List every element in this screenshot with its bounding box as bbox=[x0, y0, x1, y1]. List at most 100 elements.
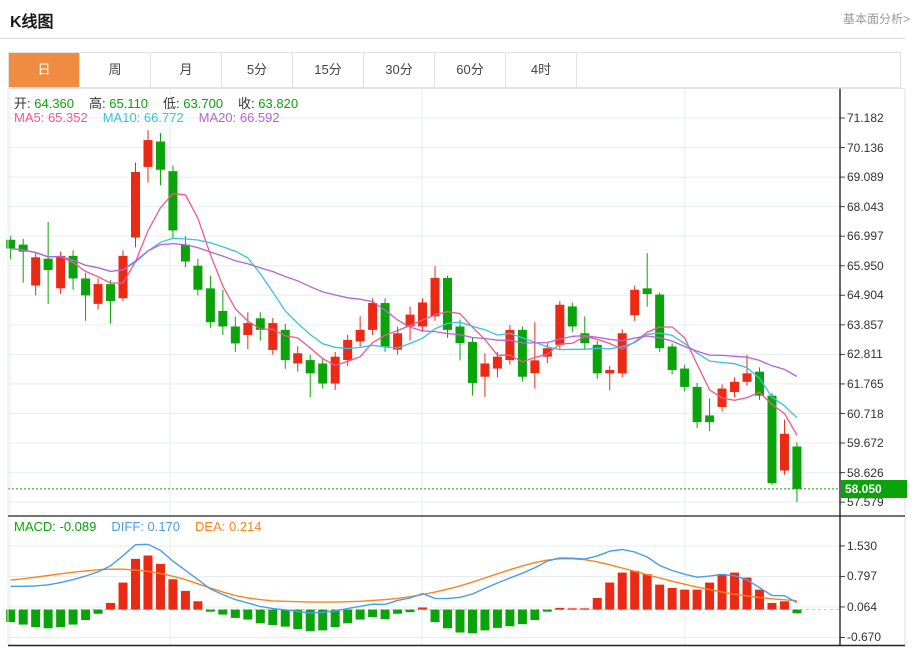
macd-histogram-bar bbox=[131, 558, 140, 610]
title-divider bbox=[0, 38, 905, 39]
diff-line bbox=[10, 543, 798, 614]
macd-histogram-bar bbox=[255, 609, 265, 624]
macd-histogram-bar bbox=[168, 579, 178, 610]
candle-down bbox=[106, 284, 116, 302]
tab-period-0[interactable]: 日 bbox=[9, 53, 80, 87]
fundamental-analysis-link[interactable]: 基本面分析> bbox=[843, 10, 910, 27]
macd-histogram-bar bbox=[592, 597, 602, 610]
candle-up bbox=[131, 171, 140, 238]
candle-down bbox=[180, 244, 190, 262]
ohlc-row-item: 低: 63.700 bbox=[163, 96, 224, 111]
macd-axis-label: 1.530 bbox=[847, 538, 878, 553]
ma5-line bbox=[10, 192, 798, 436]
macd-row-item: MACD: -0.089 bbox=[14, 519, 97, 534]
macd-histogram-bar bbox=[243, 609, 253, 620]
candle-up bbox=[31, 257, 41, 286]
macd-histogram-bar bbox=[330, 609, 340, 628]
candle-down bbox=[692, 386, 702, 423]
macd-histogram-bar bbox=[517, 609, 527, 625]
candle-down bbox=[642, 288, 652, 294]
ma-readout-row: MA5: 65.352 MA10: 66.772 MA20: 66.592 bbox=[14, 110, 295, 125]
ma-row-item: MA20: 66.592 bbox=[198, 110, 280, 125]
macd-histogram-bar bbox=[205, 609, 215, 612]
candle-up bbox=[630, 289, 640, 316]
candle-down bbox=[705, 415, 715, 423]
macd-histogram-bar bbox=[230, 609, 240, 618]
macd-histogram-bar bbox=[567, 608, 577, 610]
macd-histogram-bar bbox=[355, 609, 365, 620]
macd-histogram-bar bbox=[393, 609, 403, 614]
price-axis-label: 68.043 bbox=[847, 199, 884, 214]
candle-up bbox=[293, 353, 303, 364]
macd-histogram-bar bbox=[555, 607, 565, 610]
macd-histogram-bar bbox=[443, 609, 452, 629]
macd-histogram-bar bbox=[617, 572, 627, 610]
candle-up bbox=[330, 356, 340, 384]
price-axis-label: 66.997 bbox=[847, 229, 884, 244]
tab-period-6[interactable]: 60分 bbox=[435, 53, 506, 87]
macd-histogram-bar bbox=[779, 601, 789, 610]
kline-chart-area[interactable] bbox=[0, 88, 916, 650]
macd-histogram-bar bbox=[268, 609, 278, 625]
ohlc-row-item: 开: 64.360 bbox=[14, 96, 74, 111]
candle-down bbox=[767, 395, 777, 484]
tab-period-1[interactable]: 周 bbox=[80, 53, 151, 87]
macd-histogram-bar bbox=[81, 609, 91, 620]
period-tabbar: 日周月 5分 15分 30分 60分 4时 bbox=[8, 52, 901, 88]
tab-period-3[interactable]: 5分 bbox=[222, 53, 293, 87]
macd-histogram-bar bbox=[492, 609, 502, 628]
macd-axis-label: 0.797 bbox=[847, 569, 878, 584]
macd-histogram-bar bbox=[405, 609, 415, 613]
candle-down bbox=[655, 294, 665, 349]
macd-histogram-bar bbox=[542, 609, 552, 612]
macd-histogram-bar bbox=[93, 609, 103, 614]
macd-histogram-bar bbox=[630, 570, 640, 610]
macd-histogram-bar bbox=[680, 589, 690, 610]
tab-period-2[interactable]: 月 bbox=[151, 53, 222, 87]
tab-period-5[interactable]: 30分 bbox=[364, 53, 435, 87]
candle-up bbox=[605, 369, 615, 374]
price-axis-label: 62.811 bbox=[847, 347, 883, 362]
macd-histogram-bar bbox=[767, 602, 777, 610]
macd-histogram-bar bbox=[467, 609, 477, 634]
macd-histogram-bar bbox=[143, 555, 153, 610]
macd-histogram-bar bbox=[705, 582, 715, 610]
price-axis-label: 70.136 bbox=[847, 140, 884, 155]
candle-up bbox=[530, 360, 540, 374]
candle-up bbox=[480, 363, 490, 377]
macd-histogram-bar bbox=[642, 574, 652, 610]
candle-up bbox=[243, 323, 253, 335]
price-axis-label: 60.718 bbox=[847, 406, 884, 421]
macd-axis-label: 0.064 bbox=[847, 599, 878, 614]
candle-down bbox=[168, 171, 178, 231]
macd-histogram-bar bbox=[343, 609, 353, 624]
last-price-badge: 58.050 bbox=[841, 479, 907, 498]
candle-up bbox=[93, 284, 103, 304]
candle-down bbox=[792, 446, 802, 489]
macd-histogram-bar bbox=[380, 609, 390, 620]
macd-histogram-bar bbox=[193, 601, 203, 610]
macd-histogram-bar bbox=[106, 602, 116, 610]
ohlc-row-item: 收: 63.820 bbox=[238, 96, 299, 111]
macd-histogram-bar bbox=[455, 609, 465, 633]
candle-up bbox=[779, 433, 789, 471]
macd-histogram-bar bbox=[430, 609, 440, 623]
candle-down bbox=[305, 360, 315, 374]
candle-down bbox=[318, 363, 328, 384]
price-axis-label: 59.672 bbox=[847, 436, 884, 451]
macd-histogram-bar bbox=[155, 563, 165, 610]
tab-period-4[interactable]: 15分 bbox=[293, 53, 364, 87]
candle-down bbox=[81, 278, 91, 296]
candle-up bbox=[368, 303, 378, 330]
candle-down bbox=[218, 310, 228, 327]
ma-row-item: MA10: 66.772 bbox=[102, 110, 184, 125]
candle-down bbox=[155, 141, 165, 170]
price-axis-label: 61.765 bbox=[847, 376, 884, 391]
price-axis-label: 71.182 bbox=[847, 111, 884, 125]
price-axis-label: 63.857 bbox=[847, 317, 884, 332]
page-title: K线图 bbox=[10, 14, 54, 31]
candle-down bbox=[667, 346, 677, 370]
tab-period-7[interactable]: 4时 bbox=[506, 53, 577, 87]
macd-histogram-bar bbox=[18, 609, 28, 625]
macd-histogram-bar bbox=[31, 609, 41, 628]
